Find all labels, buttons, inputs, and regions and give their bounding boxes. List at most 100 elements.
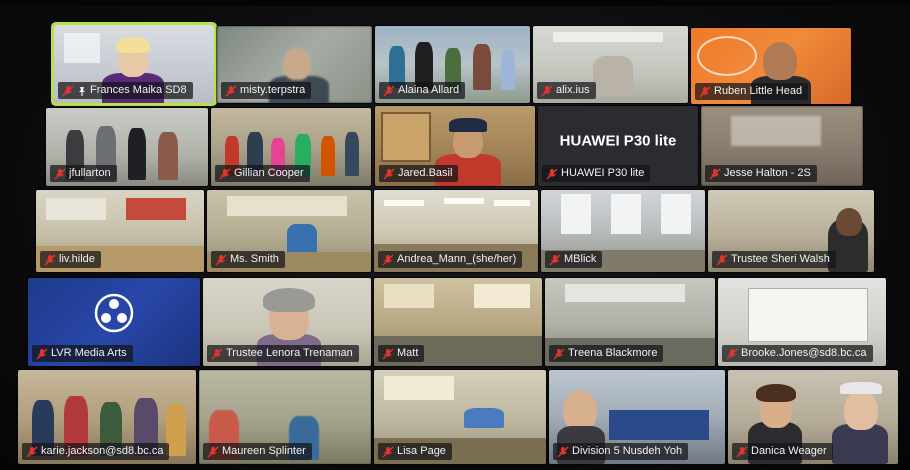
video-tile-division-5[interactable]: Division 5 Nusdeh Yoh — [549, 370, 725, 464]
mic-off-icon — [211, 348, 223, 359]
participant-name: Trustee Lenora Trenaman — [226, 347, 353, 359]
participant-label: Lisa Page — [378, 443, 452, 460]
mic-off-icon — [382, 348, 394, 359]
participant-label: Trustee Sheri Walsh — [712, 251, 836, 268]
video-tile-alix[interactable]: alix.ius — [533, 26, 688, 103]
participant-label: karie.jackson@sd8.bc.ca — [22, 443, 170, 460]
video-tile-danica[interactable]: Danica Weager — [728, 370, 898, 464]
mic-off-icon — [382, 254, 394, 265]
participant-label: alix.ius — [537, 82, 596, 99]
video-tile-jesse[interactable]: Jesse Halton - 2S — [701, 106, 863, 186]
participant-name: Division 5 Nusdeh Yoh — [572, 445, 683, 457]
video-tile-karie[interactable]: karie.jackson@sd8.bc.ca — [18, 370, 196, 464]
mic-off-icon — [219, 168, 231, 179]
mic-off-icon — [736, 446, 748, 457]
participant-name: Andrea_Mann_(she/her) — [397, 253, 517, 265]
video-tile-frances[interactable]: Frances Maika SD8 — [54, 25, 214, 103]
video-tile-lisa[interactable]: Lisa Page — [374, 370, 546, 464]
video-tile-alaina[interactable]: Alaina Allard — [375, 26, 530, 103]
video-tile-treena[interactable]: Treena Blackmore — [545, 278, 715, 366]
video-tile-maureen[interactable]: Maureen Splinter — [199, 370, 371, 464]
mic-off-icon — [44, 254, 56, 265]
participant-label: Alaina Allard — [379, 82, 466, 99]
video-off-name: HUAWEI P30 lite — [559, 132, 677, 150]
video-tile-brooke[interactable]: Brooke.Jones@sd8.bc.ca — [718, 278, 886, 366]
mic-off-icon — [549, 254, 561, 265]
mic-off-icon — [557, 446, 569, 457]
participant-name: Trustee Sheri Walsh — [731, 253, 830, 265]
participant-name: jfullarton — [69, 167, 111, 179]
participant-name: Ms. Smith — [230, 253, 279, 265]
participant-name: alix.ius — [556, 84, 590, 96]
participant-label: misty.terpstra — [221, 82, 312, 99]
participant-label: liv.hilde — [40, 251, 101, 268]
participant-label: Frances Maika SD8 — [58, 82, 193, 99]
video-tile-ruben[interactable]: Ruben Little Head — [691, 28, 851, 104]
participant-label: Jared.Basil — [379, 165, 459, 182]
participant-name: misty.terpstra — [240, 84, 306, 96]
video-tile-lenora[interactable]: Trustee Lenora Trenaman — [203, 278, 371, 366]
participant-label: Matt — [378, 345, 425, 362]
mic-off-icon — [382, 446, 394, 457]
participant-name: Ruben Little Head — [714, 85, 803, 97]
participant-label: Andrea_Mann_(she/her) — [378, 251, 523, 268]
mic-off-icon — [225, 85, 237, 96]
mic-off-icon — [215, 254, 227, 265]
participant-name: Gillian Cooper — [234, 167, 304, 179]
participant-label: Gillian Cooper — [215, 165, 310, 182]
participant-label: Division 5 Nusdeh Yoh — [553, 443, 689, 460]
mic-off-icon — [383, 85, 395, 96]
participant-label: MBlick — [545, 251, 603, 268]
mic-off-icon — [553, 348, 565, 359]
participant-label: Ms. Smith — [211, 251, 285, 268]
pin-icon — [79, 86, 85, 96]
monitor-bezel — [0, 0, 910, 6]
video-tile-lvr-media-arts[interactable]: LVR Media Arts — [28, 278, 200, 366]
participant-label: Trustee Lenora Trenaman — [207, 345, 359, 362]
mic-off-icon — [716, 254, 728, 265]
participant-name: Lisa Page — [397, 445, 446, 457]
mic-off-icon — [207, 446, 219, 457]
video-tile-liv[interactable]: liv.hilde — [36, 190, 204, 272]
participant-name: Alaina Allard — [398, 84, 460, 96]
participant-name: Frances Maika SD8 — [90, 84, 187, 96]
participant-label: Jesse Halton - 2S — [705, 165, 817, 182]
video-tile-huawei[interactable]: HUAWEI P30 lite HUAWEI P30 lite — [538, 106, 698, 186]
obs-logo-icon — [94, 293, 134, 333]
participant-label: HUAWEI P30 lite — [542, 165, 651, 182]
video-tile-mblick[interactable]: MBlick — [541, 190, 705, 272]
participant-name: Matt — [397, 347, 419, 359]
participant-name: liv.hilde — [59, 253, 95, 265]
participant-label: Treena Blackmore — [549, 345, 664, 362]
participant-name: MBlick — [564, 253, 597, 265]
video-tile-sheri[interactable]: Trustee Sheri Walsh — [708, 190, 874, 272]
participant-label: Maureen Splinter — [203, 443, 312, 460]
participant-label: LVR Media Arts — [32, 345, 133, 362]
mic-off-icon — [699, 86, 711, 97]
video-tile-misty[interactable]: misty.terpstra — [217, 26, 372, 103]
participant-name: karie.jackson@sd8.bc.ca — [41, 445, 164, 457]
video-tile-jfullarton[interactable]: jfullarton — [46, 108, 208, 186]
mic-off-icon — [62, 85, 74, 96]
mic-off-icon — [26, 446, 38, 457]
participant-name: Maureen Splinter — [222, 445, 306, 457]
video-tile-ms-smith[interactable]: Ms. Smith — [207, 190, 371, 272]
participant-label: jfullarton — [50, 165, 117, 182]
participant-label: Brooke.Jones@sd8.bc.ca — [722, 345, 873, 362]
mic-off-icon — [709, 168, 721, 179]
participant-name: Danica Weager — [751, 445, 827, 457]
participant-name: LVR Media Arts — [51, 347, 127, 359]
video-tile-gillian[interactable]: Gillian Cooper — [211, 108, 371, 186]
participant-name: HUAWEI P30 lite — [561, 167, 645, 179]
video-tile-andrea[interactable]: Andrea_Mann_(she/her) — [374, 190, 538, 272]
participant-name: Jesse Halton - 2S — [724, 167, 811, 179]
video-tile-matt[interactable]: Matt — [374, 278, 542, 366]
participant-label: Ruben Little Head — [695, 83, 809, 100]
mic-off-icon — [36, 348, 48, 359]
video-tile-jared[interactable]: Jared.Basil — [375, 106, 535, 186]
mic-off-icon — [383, 168, 395, 179]
participant-name: Treena Blackmore — [568, 347, 658, 359]
participant-label: Danica Weager — [732, 443, 833, 460]
mic-off-icon — [54, 168, 66, 179]
participant-name: Brooke.Jones@sd8.bc.ca — [741, 347, 867, 359]
